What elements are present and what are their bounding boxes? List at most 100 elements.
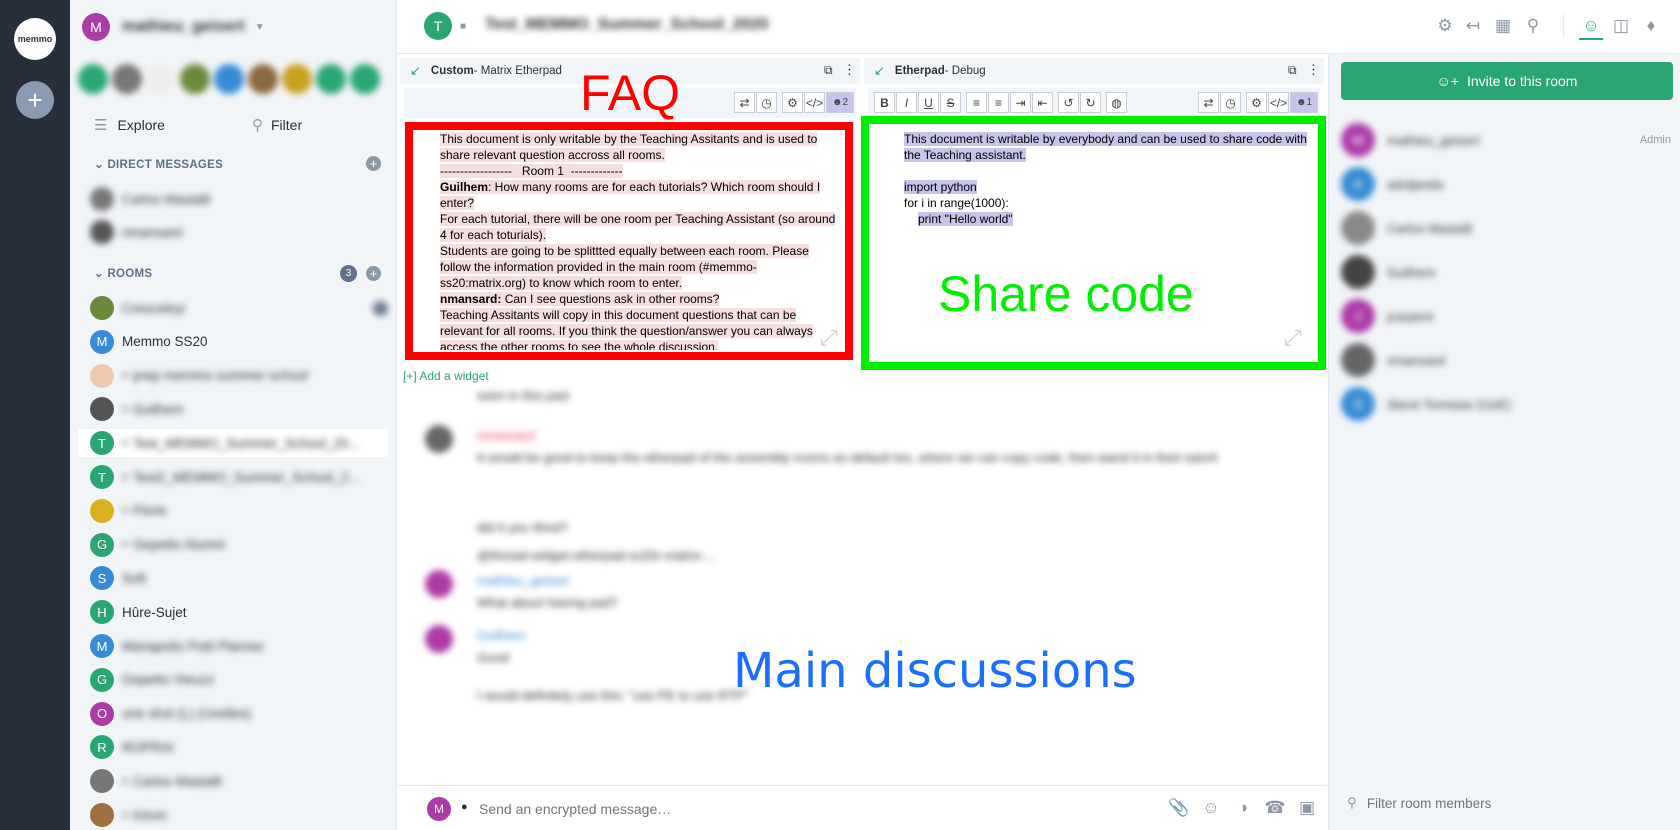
unordered-list-icon[interactable]: ≡ <box>988 92 1009 113</box>
avatar[interactable] <box>316 64 346 94</box>
outdent-icon[interactable]: ⇤ <box>1032 92 1053 113</box>
filter-members-input[interactable] <box>1366 795 1627 811</box>
minimise-icon[interactable]: ↙ <box>410 63 421 79</box>
room-item[interactable]: R ROPRAI <box>90 733 388 761</box>
room-name[interactable]: Test_MEMMO_Summer_School_2020 <box>485 16 768 34</box>
files-icon[interactable]: ◫ <box>1609 14 1633 38</box>
add-dm-button[interactable]: + <box>366 156 381 171</box>
room-item[interactable]: T ■ Test2_MEMMO_Summer_School_2... <box>90 463 388 491</box>
add-widget-link[interactable]: [+] Add a widget <box>403 369 489 383</box>
lock-icon: ■ <box>122 775 129 787</box>
strikethrough-button[interactable]: S <box>940 92 961 113</box>
dm-item[interactable]: nmansard <box>90 218 388 246</box>
invite-button[interactable]: ☺+ Invite to this room <box>1341 62 1673 100</box>
room-item[interactable]: T ■ Test_MEMMO_Summer_School_20... <box>78 429 388 458</box>
member-item[interactable]: Jjcarpent <box>1341 298 1671 334</box>
users-button[interactable]: ☻2 <box>826 92 854 113</box>
right-widget-titlebar: ↙ Etherpad - Debug ⧉ ⋮ <box>864 58 1324 84</box>
avatar <box>1341 211 1375 245</box>
popout-icon[interactable]: ⧉ <box>824 63 833 78</box>
add-room-button[interactable]: + <box>366 266 381 281</box>
settings-icon[interactable]: ⚙ <box>782 92 803 113</box>
indent-icon[interactable]: ⇥ <box>1010 92 1031 113</box>
search-icon[interactable]: ⚲ <box>1521 14 1545 38</box>
popout-icon[interactable]: ⧉ <box>1288 63 1297 78</box>
room-item[interactable]: Oone shot (L) (Uvelles) <box>90 700 388 728</box>
dm-item[interactable]: Carlos Mastalli <box>90 185 388 213</box>
embed-icon[interactable]: </> <box>1268 92 1289 113</box>
avatar[interactable] <box>214 64 244 94</box>
room-label: Kévin <box>133 807 167 823</box>
member-item[interactable]: Carlos Mastalli <box>1341 210 1671 246</box>
share-icon[interactable]: ↤ <box>1461 14 1485 38</box>
avatar[interactable] <box>350 64 380 94</box>
underline-button[interactable]: U <box>918 92 939 113</box>
dm-section-header[interactable]: ⌄ DIRECT MESSAGES <box>94 157 223 171</box>
avatar[interactable] <box>282 64 312 94</box>
member-item[interactable]: Guilhem <box>1341 254 1671 290</box>
member-item[interactable]: S Steve Tonneau (UoE) <box>1341 386 1671 422</box>
redo-icon[interactable]: ↻ <box>1080 92 1101 113</box>
users-button[interactable]: ☻1 <box>1290 92 1318 113</box>
import-export-icon[interactable]: ⇄ <box>734 92 755 113</box>
avatar[interactable] <box>248 64 278 94</box>
rooms-section-header[interactable]: ⌄ ROOMS <box>94 266 152 280</box>
timeslider-icon[interactable]: ◷ <box>756 92 777 113</box>
settings-icon[interactable]: ⚙ <box>1433 14 1457 38</box>
filter-button[interactable]: ⚲ Filter <box>252 116 302 134</box>
voice-call-icon[interactable]: ☎ <box>1263 796 1287 820</box>
clear-authorship-icon[interactable]: ◍ <box>1106 92 1127 113</box>
room-avatar[interactable]: T <box>424 12 452 40</box>
member-item[interactable]: Aadoljanda <box>1341 166 1671 202</box>
room-label: Memmo SS20 <box>122 334 208 350</box>
emoji-icon[interactable]: ☺ <box>1199 796 1223 820</box>
avatar[interactable] <box>146 64 176 94</box>
member-item[interactable]: Mmathieu_geisert Admin <box>1341 122 1671 158</box>
room-item[interactable]: G ■ Gepetto Alumni <box>90 531 388 559</box>
avatar[interactable] <box>180 64 210 94</box>
notifications-icon[interactable]: ♦ <box>1639 14 1663 38</box>
avatar: J <box>1341 299 1375 333</box>
sticker-icon[interactable]: ◑ <box>1231 796 1255 820</box>
import-export-icon[interactable]: ⇄ <box>1198 92 1219 113</box>
timeslider-icon[interactable]: ◷ <box>1220 92 1241 113</box>
room-item[interactable]: ■ Kévin <box>90 801 388 829</box>
sender-name[interactable]: mathieu_geisert <box>477 570 1237 592</box>
room-item[interactable]: S Soft <box>90 564 388 592</box>
filter-members-field[interactable]: ⚲ <box>1347 795 1627 811</box>
room-item[interactable]: H Hûre-Sujet <box>90 598 388 626</box>
avatar[interactable] <box>78 64 108 94</box>
explore-button[interactable]: ☰ Explore <box>94 116 165 134</box>
more-options-icon[interactable]: ⋮ <box>1307 62 1320 78</box>
members-icon[interactable]: ☺ <box>1579 14 1603 38</box>
message-input[interactable] <box>479 796 1049 822</box>
room-item[interactable]: ■ Florie <box>90 497 388 525</box>
video-call-icon[interactable]: ▣ <box>1295 796 1319 820</box>
ordered-list-icon[interactable]: ≡ <box>966 92 987 113</box>
add-space-button[interactable]: + <box>16 81 54 119</box>
member-item[interactable]: nmansard <box>1341 342 1671 378</box>
avatar: A <box>1341 167 1375 201</box>
settings-icon[interactable]: ⚙ <box>1246 92 1267 113</box>
room-item[interactable]: M Memmo SS20 <box>90 328 388 356</box>
attachment-icon[interactable]: 📎 <box>1167 796 1191 820</box>
room-item[interactable]: ■ Carlos Mastalli <box>90 767 388 795</box>
minimise-icon[interactable]: ↙ <box>874 63 885 79</box>
memmo-space-logo[interactable]: memmo <box>14 18 56 60</box>
bold-button[interactable]: B <box>874 92 895 113</box>
avatar[interactable] <box>112 64 142 94</box>
italic-button[interactable]: I <box>896 92 917 113</box>
undo-icon[interactable]: ↺ <box>1058 92 1079 113</box>
user-menu[interactable]: M mathieu_geisert ▼ <box>82 12 382 42</box>
avatar: M <box>1341 123 1375 157</box>
embed-icon[interactable]: </> <box>804 92 825 113</box>
room-item[interactable]: ■ prep memmo summer school <box>90 362 388 390</box>
sender-name[interactable]: nmansard <box>477 425 1237 447</box>
room-item[interactable]: ■ Guilhem <box>90 395 388 423</box>
more-options-icon[interactable]: ⋮ <box>843 62 856 78</box>
room-item[interactable]: Cresceleyi 7 <box>90 294 388 322</box>
room-item[interactable]: M Mariapolis Potti Planner <box>90 632 388 660</box>
active-tab-indicator <box>1579 38 1603 40</box>
apps-grid-icon[interactable]: ▦ <box>1491 14 1515 38</box>
room-item[interactable]: G Gepetto Vieuzz <box>90 666 388 694</box>
